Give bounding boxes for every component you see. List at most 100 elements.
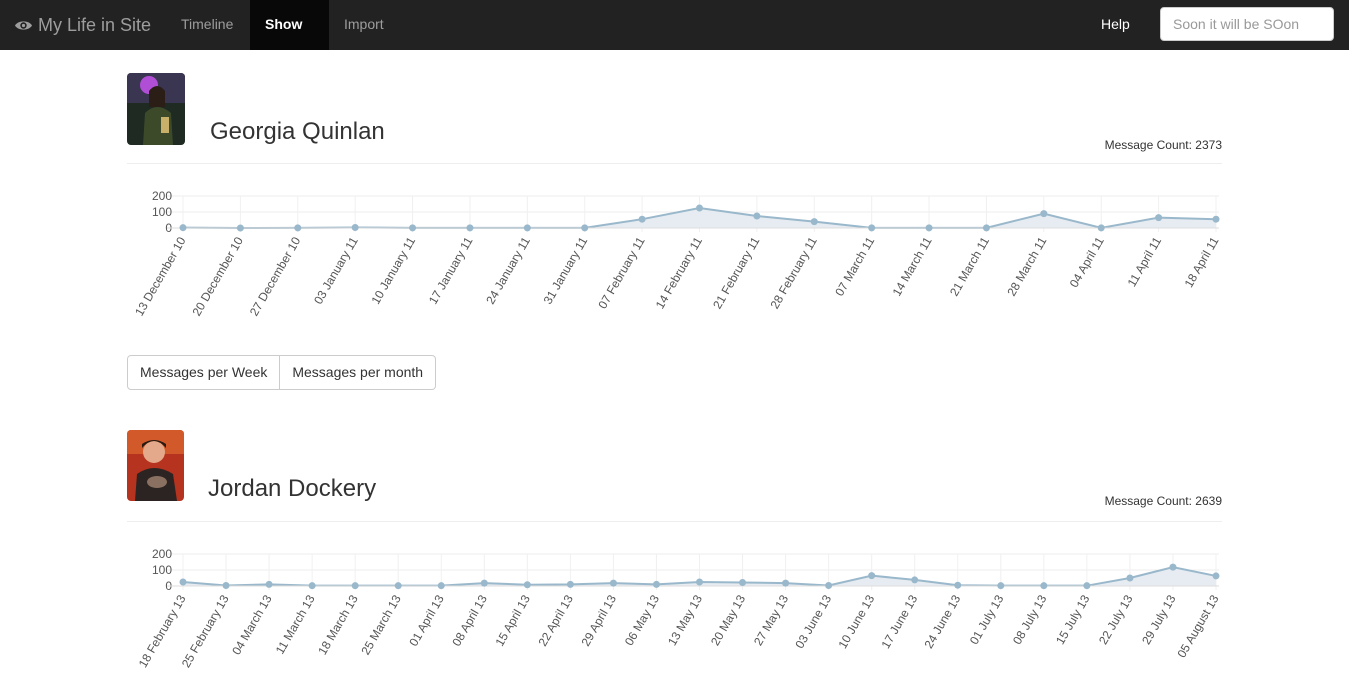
x-tick-label: 07 February 11 — [595, 234, 648, 311]
x-tick-label: 29 July 13 — [1139, 592, 1179, 647]
nav-import-label: Import — [344, 16, 384, 32]
search-input[interactable] — [1160, 7, 1334, 41]
data-point — [351, 582, 359, 590]
chart-period-toggle: Messages per Week Messages per month — [127, 355, 437, 390]
x-tick-label: 04 April 11 — [1067, 234, 1107, 290]
x-tick-label: 08 April 13 — [449, 592, 490, 648]
data-point — [868, 224, 876, 232]
data-point — [810, 218, 818, 226]
x-tick-label: 03 January 11 — [311, 234, 361, 306]
nav-timeline[interactable]: Timeline — [166, 0, 248, 50]
nav-import[interactable]: Import — [329, 0, 399, 50]
data-point — [294, 224, 302, 232]
x-tick-label: 25 February 13 — [179, 592, 232, 670]
y-tick-label: 200 — [152, 547, 172, 561]
y-tick-label: 100 — [152, 563, 172, 577]
person-card: Georgia Quinlan Message Count: 2373 — [127, 73, 1222, 165]
data-point — [982, 224, 990, 232]
nav-help[interactable]: Help — [1086, 0, 1145, 50]
profile-photo — [127, 73, 185, 145]
x-tick-label: 18 April 11 — [1182, 234, 1222, 290]
messages-per-month-button[interactable]: Messages per month — [280, 355, 437, 390]
data-point — [179, 578, 187, 586]
data-point — [782, 579, 790, 587]
x-tick-label: 28 February 11 — [768, 234, 821, 311]
x-tick-label: 10 June 13 — [835, 592, 877, 651]
brand-link[interactable]: My Life in Site — [14, 0, 151, 50]
data-point — [1126, 574, 1134, 582]
data-point — [1155, 214, 1163, 222]
x-tick-label: 24 June 13 — [922, 592, 964, 651]
divider — [127, 521, 1222, 522]
data-point — [523, 581, 531, 589]
nav-help-label: Help — [1101, 16, 1130, 32]
data-point — [480, 579, 488, 587]
x-tick-label: 24 January 11 — [483, 234, 533, 306]
x-tick-label: 22 July 13 — [1096, 592, 1136, 647]
x-tick-label: 20 May 13 — [708, 592, 748, 648]
data-point — [1040, 582, 1048, 590]
x-tick-label: 13 May 13 — [665, 592, 705, 648]
nav-timeline-label: Timeline — [181, 16, 234, 32]
x-tick-label: 07 March 11 — [832, 234, 877, 298]
x-tick-label: 28 March 11 — [1004, 234, 1049, 298]
data-point — [566, 580, 574, 588]
data-point — [394, 582, 402, 590]
x-tick-label: 10 January 11 — [368, 234, 418, 306]
data-point — [652, 580, 660, 588]
x-tick-label: 14 February 11 — [653, 234, 706, 311]
x-tick-label: 18 March 13 — [315, 592, 361, 657]
data-point — [1040, 210, 1048, 218]
data-point — [265, 580, 273, 588]
divider — [127, 163, 1222, 164]
avatar[interactable] — [127, 430, 184, 501]
data-point — [753, 212, 761, 220]
nav-show-label: Show — [265, 16, 303, 32]
x-tick-label: 31 January 11 — [541, 234, 591, 306]
x-tick-label: 11 March 13 — [273, 592, 318, 656]
data-point — [825, 582, 833, 590]
y-tick-label: 200 — [152, 189, 172, 203]
avatar[interactable] — [127, 73, 185, 145]
person-name: Georgia Quinlan — [210, 118, 385, 145]
data-point — [696, 578, 703, 586]
x-tick-label: 21 March 11 — [947, 234, 992, 298]
data-point — [609, 579, 617, 587]
messages-per-week-button[interactable]: Messages per Week — [127, 355, 281, 390]
person-name: Jordan Dockery — [208, 475, 377, 502]
x-tick-label: 05 August 13 — [1174, 592, 1221, 660]
x-tick-label: 27 May 13 — [751, 592, 791, 648]
data-point — [179, 224, 187, 232]
data-point — [997, 582, 1005, 590]
person-card: Jordan Dockery Message Count: 2639 — [127, 430, 1222, 522]
x-tick-label: 03 June 13 — [792, 592, 834, 651]
data-point — [1212, 572, 1220, 580]
profile-photo — [127, 430, 184, 501]
x-tick-label: 21 February 11 — [710, 234, 763, 311]
message-count: Message Count: 2639 — [1104, 494, 1222, 508]
data-point — [911, 576, 919, 584]
x-tick-label: 01 April 13 — [406, 592, 447, 648]
data-point — [739, 578, 747, 586]
x-tick-label: 20 December 10 — [190, 234, 247, 318]
nav-show-dropdown[interactable]: Show — [250, 0, 329, 76]
brand-label: My Life in Site — [38, 14, 152, 35]
data-point — [466, 224, 474, 232]
data-point — [523, 224, 531, 232]
data-point — [696, 204, 703, 212]
data-point — [581, 224, 589, 232]
data-point — [409, 224, 417, 232]
x-tick-label: 15 April 13 — [492, 592, 533, 648]
x-tick-label: 14 March 11 — [890, 234, 935, 298]
data-point — [925, 224, 933, 232]
data-point — [222, 582, 230, 590]
data-point — [308, 582, 316, 590]
x-tick-label: 15 July 13 — [1053, 592, 1093, 647]
data-point — [868, 572, 876, 580]
x-tick-label: 17 June 13 — [878, 592, 920, 651]
data-point — [638, 215, 646, 223]
x-tick-label: 08 July 13 — [1010, 592, 1050, 647]
data-point — [236, 224, 244, 232]
x-tick-label: 17 January 11 — [426, 234, 476, 306]
x-tick-label: 27 December 10 — [247, 234, 304, 318]
